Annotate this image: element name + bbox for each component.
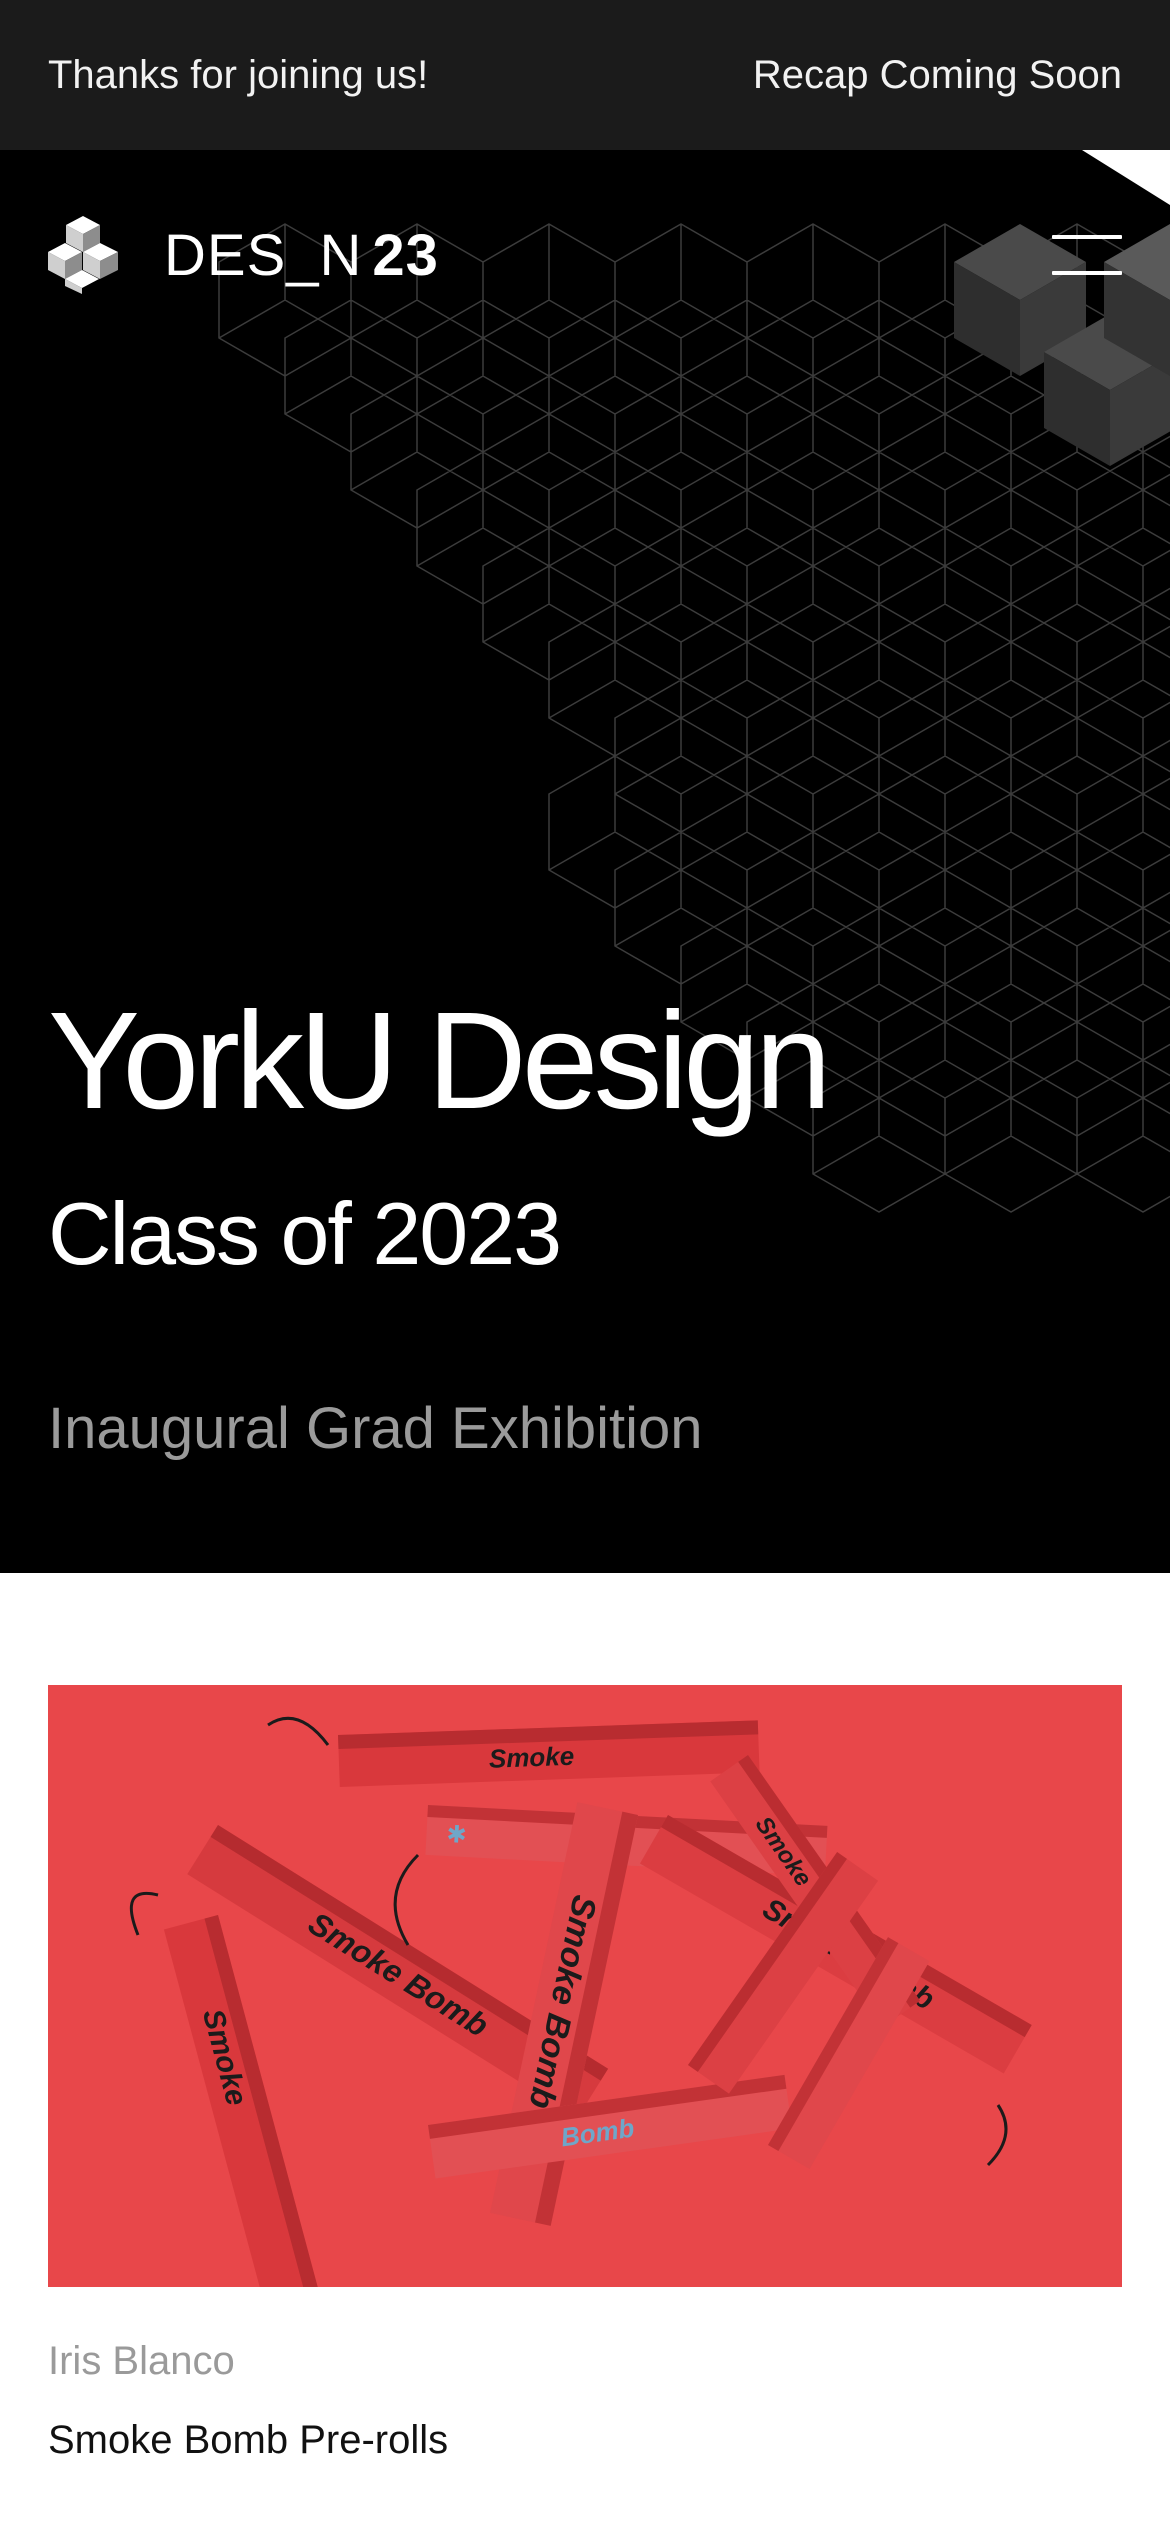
brand-logo-link[interactable]: DES_N 23 xyxy=(48,216,439,294)
hero-section: DES_N 23 YorkU Design Class of 2023 Inaug… xyxy=(0,150,1170,1573)
cube-pattern-background xyxy=(218,150,1170,1213)
brand-wordmark: DES_N 23 xyxy=(164,222,439,289)
hamburger-menu-icon[interactable] xyxy=(1052,235,1122,275)
svg-text:✱: ✱ xyxy=(446,1821,467,1849)
hero-subtitle: Class of 2023 xyxy=(48,1184,562,1283)
project-title[interactable]: Smoke Bomb Pre-rolls xyxy=(48,2418,1122,2463)
brand-year: 23 xyxy=(372,222,439,288)
top-nav: DES_N 23 xyxy=(48,210,1122,300)
announcement-bar: Thanks for joining us! Recap Coming Soon xyxy=(0,0,1170,150)
hero-title: YorkU Design xyxy=(48,984,832,1138)
hero-tagline: Inaugural Grad Exhibition xyxy=(48,1396,703,1461)
featured-project-card[interactable]: Smoke ✱ Smoke Bomb Smoke Bomb Smoke Smok… xyxy=(0,1573,1170,2463)
menu-line-top xyxy=(1052,235,1122,239)
menu-line-bottom xyxy=(1052,271,1122,275)
white-cube-corner xyxy=(1082,150,1170,205)
brand-name: DES_N xyxy=(164,222,363,288)
project-author[interactable]: Iris Blanco xyxy=(48,2339,1122,2384)
cube-logo-icon xyxy=(48,216,118,294)
svg-text:Smoke: Smoke xyxy=(488,1741,574,1774)
recap-link[interactable]: Recap Coming Soon xyxy=(753,53,1122,98)
announcement-text: Thanks for joining us! xyxy=(48,52,429,97)
project-thumbnail-image[interactable]: Smoke ✱ Smoke Bomb Smoke Bomb Smoke Smok… xyxy=(48,1685,1122,2287)
